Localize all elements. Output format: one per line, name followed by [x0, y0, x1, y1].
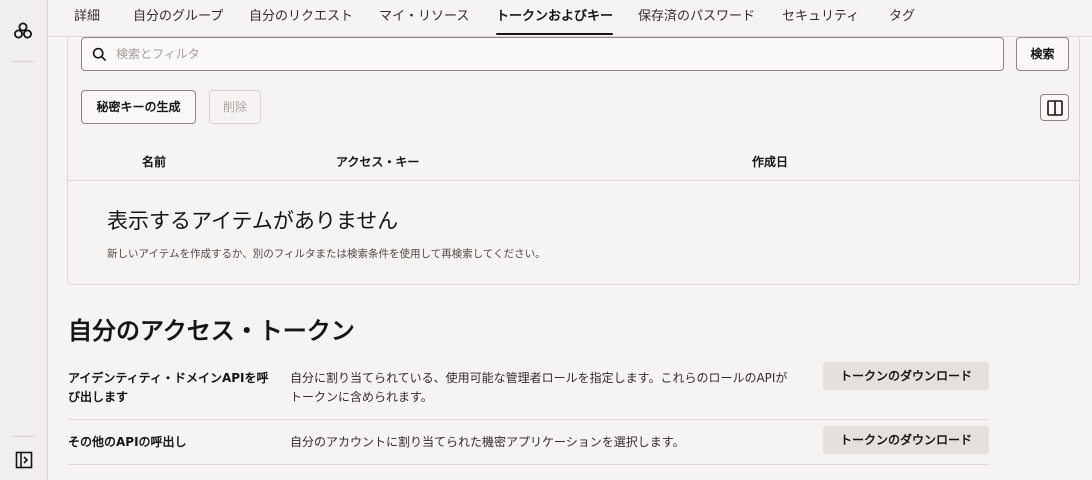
token-row-label-line: その他のAPIの呼出し [68, 435, 187, 449]
token-row-description-line: 自分のアカウントに割り当てられた機密アプリケーションを選択します。 [290, 435, 685, 449]
token-row-description-line: トークンに含められます。 [290, 390, 433, 404]
empty-state-message: 新しいアイテムを作成するか、別のフィルタまたは検索条件を使用して再検索してくださ… [107, 248, 546, 260]
download-token-button[interactable]: トークンのダウンロード [823, 362, 989, 390]
tab-security[interactable]: セキュリティ [782, 0, 859, 36]
row-divider [68, 419, 989, 420]
tab-my-requests[interactable]: 自分のリクエスト [249, 0, 353, 36]
search-box [81, 37, 1004, 71]
empty-state-title: 表示するアイテムがありません [107, 209, 399, 233]
app-logo-icon[interactable] [13, 21, 33, 41]
columns-toggle-icon [1047, 100, 1063, 116]
tab-bar: 詳細 自分のグループ 自分のリクエスト マイ・リソース トークンおよびキー 保存… [48, 0, 1092, 37]
tab-details[interactable]: 詳細 [74, 0, 100, 36]
expand-sidebar-icon[interactable] [15, 451, 33, 469]
download-token-button[interactable]: トークンのダウンロード [823, 426, 989, 454]
columns-toggle-button[interactable] [1040, 94, 1069, 121]
rail-divider-top [12, 61, 34, 62]
token-row-label-line: アイデンティティ・ドメインAPIを呼 [68, 371, 269, 385]
search-button[interactable]: 検索 [1016, 37, 1069, 71]
table-header-divider [68, 180, 1079, 181]
tab-my-groups[interactable]: 自分のグループ [133, 0, 223, 36]
token-row-label: アイデンティティ・ドメインAPIを呼 び出します [68, 369, 269, 407]
token-row-label-line: び出します [68, 390, 129, 404]
token-row-description: 自分のアカウントに割り当てられた機密アプリケーションを選択します。 [290, 433, 685, 452]
tab-saved-passwords[interactable]: 保存済のパスワード [638, 0, 755, 36]
access-tokens-title: 自分のアクセス・トークン [68, 317, 355, 345]
column-header-name[interactable]: 名前 [142, 153, 166, 170]
tab-tags[interactable]: タグ [889, 0, 915, 36]
generate-secret-key-button[interactable]: 秘密キーの生成 [81, 90, 196, 124]
tab-my-resources[interactable]: マイ・リソース [379, 0, 469, 36]
column-header-access-key[interactable]: アクセス・キー [336, 153, 419, 170]
token-row-description: 自分に割り当てられている、使用可能な管理者ロールを指定します。これらのロールのA… [290, 369, 787, 407]
delete-button[interactable]: 削除 [209, 90, 261, 124]
column-header-created[interactable]: 作成日 [752, 153, 788, 170]
token-row-label: その他のAPIの呼出し [68, 433, 187, 452]
search-input[interactable] [116, 38, 976, 70]
token-row-description-line: 自分に割り当てられている、使用可能な管理者ロールを指定します。これらのロールのA… [290, 371, 788, 385]
row-divider [68, 464, 989, 465]
rail-divider-bottom [12, 436, 34, 437]
search-icon [92, 47, 107, 62]
tab-tokens-and-keys[interactable]: トークンおよびキー [496, 0, 614, 36]
left-rail [0, 0, 48, 480]
